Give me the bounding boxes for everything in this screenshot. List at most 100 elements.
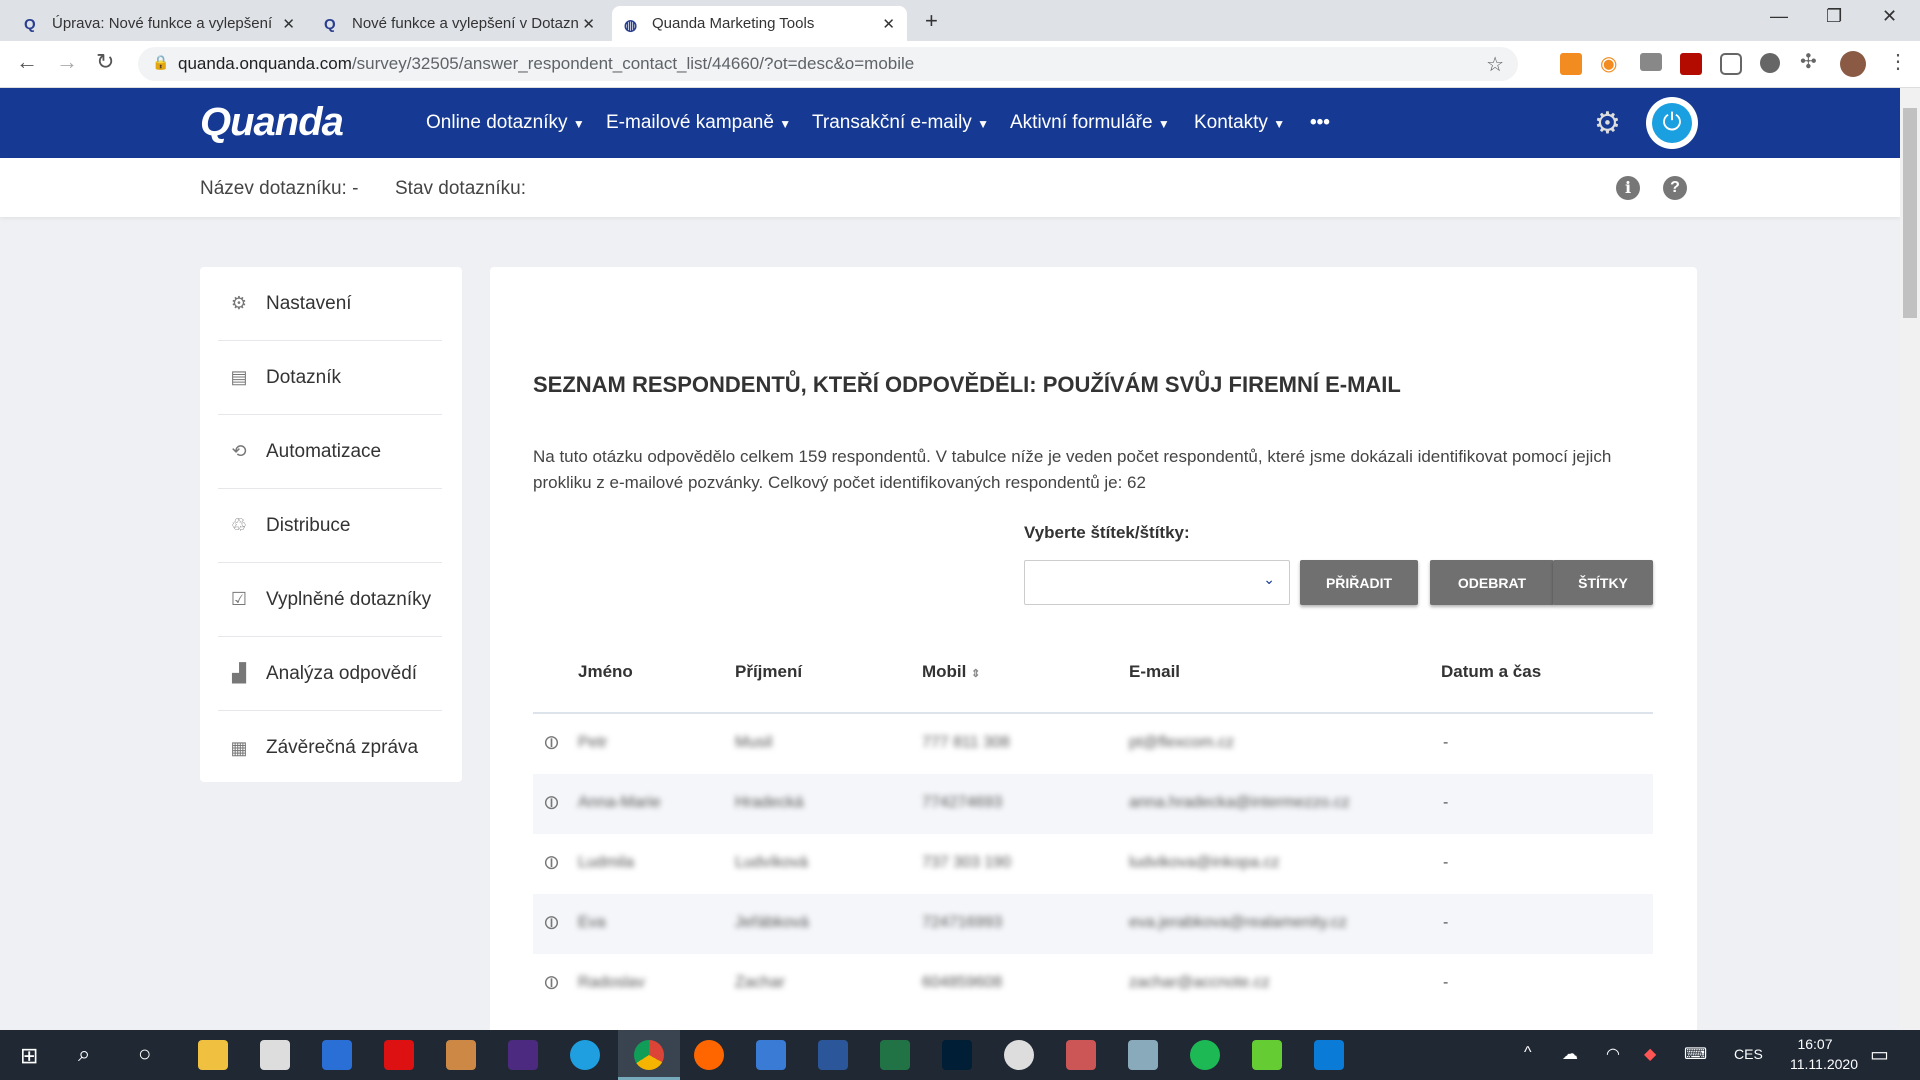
table-row[interactable]: ⊘ Eva Jeřábková 724716993 eva.jerabkova@real… bbox=[533, 894, 1653, 954]
edge-icon[interactable] bbox=[570, 1040, 600, 1070]
file-explorer-icon[interactable] bbox=[198, 1040, 228, 1070]
help-icon[interactable]: ? bbox=[1663, 176, 1687, 200]
settings-gear-icon[interactable]: ⚙ bbox=[1594, 106, 1621, 141]
cell-email: pt@flexcom.cz bbox=[1129, 734, 1235, 751]
language-indicator[interactable]: CES bbox=[1734, 1046, 1763, 1062]
clock[interactable]: 16:07 11.11.2020 bbox=[1790, 1036, 1858, 1072]
app-icon[interactable] bbox=[322, 1040, 352, 1070]
pdf-icon[interactable] bbox=[1680, 53, 1702, 75]
tag-icon[interactable]: ⊘ bbox=[537, 788, 567, 818]
nav-more[interactable]: ••• bbox=[1310, 112, 1330, 134]
store-icon[interactable] bbox=[260, 1040, 290, 1070]
close-window-icon[interactable]: ✕ bbox=[1882, 6, 1897, 27]
camera-icon[interactable] bbox=[1640, 53, 1662, 71]
wifi-icon[interactable]: ◠ bbox=[1606, 1044, 1620, 1064]
extension-chart-icon[interactable] bbox=[1560, 53, 1582, 75]
description-text: Na tuto otázku odpovědělo celkem 159 res… bbox=[533, 447, 1612, 492]
app-icon[interactable] bbox=[1128, 1040, 1158, 1070]
dropbox-icon[interactable]: ◆ bbox=[1644, 1044, 1656, 1064]
thunderbird-icon[interactable] bbox=[756, 1040, 786, 1070]
spotify-icon[interactable] bbox=[1190, 1040, 1220, 1070]
tag-icon[interactable]: ⊘ bbox=[537, 728, 567, 758]
rss-icon[interactable]: ◉ bbox=[1600, 51, 1617, 76]
close-tab-icon[interactable]: ✕ bbox=[882, 15, 895, 33]
firefox-icon[interactable] bbox=[694, 1040, 724, 1070]
nav-online-dotazniky[interactable]: Online dotazníky ▼ bbox=[426, 112, 585, 134]
cortana-icon[interactable]: ○ bbox=[138, 1041, 151, 1067]
app-icon[interactable] bbox=[384, 1040, 414, 1070]
scrollbar-thumb[interactable] bbox=[1903, 108, 1917, 318]
tag-select-label: Vyberte štítek/štítky: bbox=[1024, 523, 1190, 542]
sidebar-item-automatizace[interactable]: ⟲ Automatizace bbox=[218, 415, 442, 489]
sidebar-item-zaverecna-zprava[interactable]: ▦ Závěrečná zpráva bbox=[218, 711, 442, 785]
sidebar-item-vyplnene-dotazniky[interactable]: ☑ Vyplněné dotazníky bbox=[218, 563, 442, 637]
minimize-icon[interactable]: — bbox=[1770, 6, 1788, 27]
word-icon[interactable] bbox=[818, 1040, 848, 1070]
page-scrollbar[interactable] bbox=[1900, 88, 1920, 1030]
url-input[interactable]: 🔒 quanda.onquanda.com/survey/32505/answe… bbox=[138, 47, 1518, 81]
onedrive-icon[interactable]: ☁ bbox=[1562, 1044, 1578, 1064]
menu-kebab-icon[interactable]: ⋮ bbox=[1888, 49, 1908, 74]
tray-chevron-icon[interactable]: ^ bbox=[1524, 1044, 1532, 1062]
vscode-icon[interactable] bbox=[1314, 1040, 1344, 1070]
browser-tab-active[interactable]: ◍ Quanda Marketing Tools ✕ bbox=[612, 6, 907, 41]
nav-emailove-kampane[interactable]: E-mailové kampaně ▼ bbox=[606, 112, 791, 134]
keyboard-icon[interactable]: ⌨ bbox=[1684, 1044, 1707, 1064]
new-tab-icon[interactable]: + bbox=[925, 8, 938, 34]
windows-start-icon[interactable]: ⊞ bbox=[20, 1043, 38, 1069]
notifications-icon[interactable]: ▭ bbox=[1870, 1042, 1889, 1067]
sort-icon[interactable]: ⇕ bbox=[971, 668, 980, 680]
nav-kontakty[interactable]: Kontakty ▼ bbox=[1194, 112, 1285, 134]
sidebar-item-dotaznik[interactable]: ▤ Dotazník bbox=[218, 341, 442, 415]
reload-icon[interactable]: ↻ bbox=[96, 49, 114, 75]
extension-circle-icon[interactable] bbox=[1760, 53, 1780, 73]
forward-icon[interactable]: → bbox=[56, 49, 78, 75]
sidebar-item-analyza-odpovedi[interactable]: ▟ Analýza odpovědí bbox=[218, 637, 442, 711]
pocket-icon[interactable] bbox=[1720, 53, 1742, 75]
table-row[interactable]: ⊘ Petr Musil 777 811 308 pt@flexcom.cz - bbox=[533, 714, 1653, 774]
close-tab-icon[interactable]: ✕ bbox=[282, 15, 295, 33]
assign-button[interactable]: PŘIŘADIT bbox=[1300, 560, 1418, 605]
cell-last: Musil bbox=[735, 734, 773, 751]
steam-icon[interactable] bbox=[1004, 1040, 1034, 1070]
remove-button[interactable]: ODEBRAT bbox=[1430, 560, 1554, 605]
tag-icon[interactable]: ⊘ bbox=[537, 848, 567, 878]
column-header-prijmeni[interactable]: Příjmení bbox=[735, 662, 802, 682]
back-icon[interactable]: ← bbox=[16, 49, 38, 75]
power-button[interactable]: ⏻ bbox=[1646, 97, 1698, 149]
excel-icon[interactable] bbox=[880, 1040, 910, 1070]
browser-tab[interactable]: Q Úprava: Nové funkce a vylepšení ✕ bbox=[12, 6, 307, 41]
tag-icon[interactable]: ⊘ bbox=[537, 908, 567, 938]
nav-transakcni-emaily[interactable]: Transakční e-maily ▼ bbox=[812, 112, 989, 134]
table-row[interactable]: ⊘ Ludmila Ludvíková 737 303 190 ludvikova@in… bbox=[533, 834, 1653, 894]
extensions-puzzle-icon[interactable]: ✣ bbox=[1800, 49, 1817, 74]
photoshop-icon[interactable] bbox=[942, 1040, 972, 1070]
app-icon[interactable] bbox=[1066, 1040, 1096, 1070]
sidebar-item-nastaveni[interactable]: ⚙ Nastavení bbox=[218, 267, 442, 341]
column-header-datum[interactable]: Datum a čas bbox=[1441, 662, 1541, 682]
column-header-jmeno[interactable]: Jméno bbox=[578, 662, 633, 682]
tag-select[interactable]: ⌄ bbox=[1024, 560, 1290, 605]
quanda-logo[interactable]: Quanda bbox=[200, 100, 344, 145]
column-header-email[interactable]: E-mail bbox=[1129, 662, 1180, 682]
close-tab-icon[interactable]: ✕ bbox=[582, 15, 595, 33]
chrome-taskbar-active[interactable] bbox=[618, 1030, 680, 1080]
profile-avatar[interactable] bbox=[1840, 51, 1866, 77]
search-icon[interactable]: ⌕ bbox=[78, 1041, 90, 1067]
camtasia-icon[interactable] bbox=[1252, 1040, 1282, 1070]
info-icon[interactable]: i bbox=[1616, 176, 1640, 200]
sidebar-item-distribuce[interactable]: ♲ Distribuce bbox=[218, 489, 442, 563]
tag-icon[interactable]: ⊘ bbox=[537, 968, 567, 998]
nav-aktivni-formulare[interactable]: Aktivní formuláře ▼ bbox=[1010, 112, 1170, 134]
app-icon[interactable] bbox=[446, 1040, 476, 1070]
table-row[interactable]: ⊘ Radoslav Zachar 604859608 zachar@accnote.c… bbox=[533, 954, 1653, 1014]
table-row[interactable]: ⊘ Anna-Marie Hradecká 774274693 anna.hradeck… bbox=[533, 774, 1653, 834]
column-header-mobil[interactable]: Mobil ⇕ bbox=[922, 662, 980, 682]
browser-tab[interactable]: Q Nové funkce a vylepšení v Dotazn ✕ bbox=[312, 6, 607, 41]
bar-chart-icon: ▟ bbox=[232, 663, 246, 683]
restore-icon[interactable]: ❐ bbox=[1826, 6, 1842, 27]
bookmark-star-icon[interactable]: ☆ bbox=[1486, 52, 1504, 77]
rush-icon[interactable] bbox=[508, 1040, 538, 1070]
quanda-favicon-icon: Q bbox=[24, 15, 36, 33]
tags-button[interactable]: ŠTÍTKY bbox=[1553, 560, 1653, 605]
